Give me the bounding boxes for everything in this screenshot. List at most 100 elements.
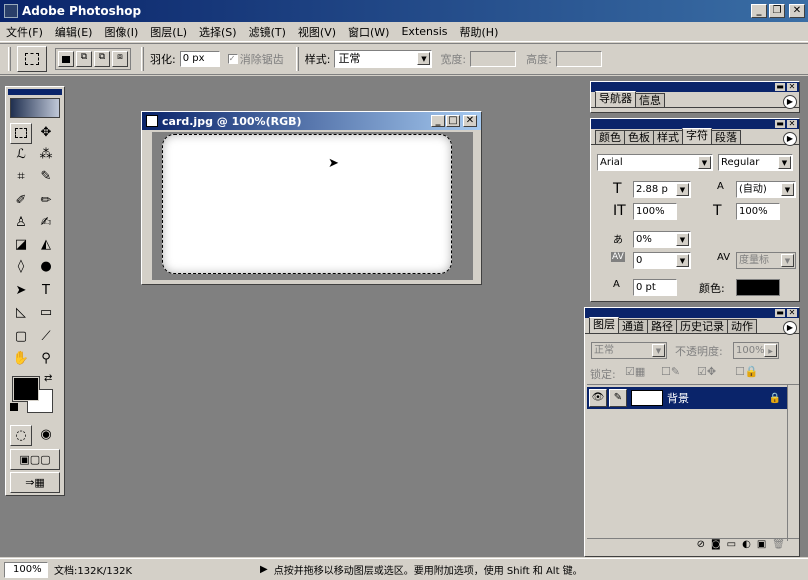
- add-mask-icon[interactable]: ◙: [711, 539, 721, 554]
- zoom-tool-icon[interactable]: ⚲: [35, 349, 57, 370]
- menu-extensis[interactable]: Extensis: [401, 25, 447, 38]
- layers-scrollbar[interactable]: [787, 385, 799, 541]
- panel-close-icon[interactable]: ✕: [787, 120, 797, 128]
- menu-window[interactable]: 窗口(W): [348, 24, 389, 40]
- pen-tool-icon[interactable]: ◺: [10, 303, 32, 324]
- crop-tool-icon[interactable]: ⌗: [10, 167, 32, 188]
- slice-tool-icon[interactable]: ✎: [35, 167, 57, 188]
- panel-menu-icon[interactable]: ▶: [783, 95, 797, 109]
- tsume-input[interactable]: 0% ▼: [633, 231, 691, 248]
- font-size-input[interactable]: 2.88 p ▼: [633, 181, 691, 198]
- subtract-selection-icon[interactable]: ⧉: [94, 51, 110, 67]
- brush-tool-icon[interactable]: ✏: [35, 191, 57, 212]
- panel-menu-icon[interactable]: ▶: [783, 321, 797, 335]
- tab-channels[interactable]: 通道: [618, 319, 648, 333]
- tab-actions[interactable]: 动作: [727, 319, 757, 333]
- vertical-scale-input[interactable]: 100%: [633, 203, 677, 220]
- menu-help[interactable]: 帮助(H): [460, 24, 499, 40]
- chevron-down-icon[interactable]: ▼: [417, 52, 431, 65]
- font-style-select[interactable]: Regular ▼: [718, 154, 793, 171]
- text-color-swatch[interactable]: [736, 279, 780, 296]
- chevron-down-icon[interactable]: ▼: [781, 183, 794, 196]
- chevron-down-icon[interactable]: ▼: [698, 156, 711, 169]
- trash-icon[interactable]: 🗑: [772, 539, 785, 554]
- menu-filter[interactable]: 滤镜(T): [249, 24, 286, 40]
- chevron-down-icon[interactable]: ▼: [676, 254, 689, 267]
- blur-tool-icon[interactable]: ◊: [10, 257, 32, 278]
- doc-minimize-button[interactable]: _: [431, 115, 445, 127]
- chevron-down-icon[interactable]: ▼: [676, 183, 689, 196]
- new-layer-icon[interactable]: ▣: [757, 539, 766, 554]
- marquee-tool-preset[interactable]: [17, 46, 47, 72]
- marquee-tool-icon[interactable]: [10, 123, 32, 144]
- panel-close-icon[interactable]: ✕: [787, 309, 797, 317]
- dodge-tool-icon[interactable]: ●: [35, 257, 57, 278]
- tab-history[interactable]: 历史记录: [676, 319, 728, 333]
- tab-paths[interactable]: 路径: [647, 319, 677, 333]
- default-colors-icon[interactable]: [10, 403, 18, 411]
- panel-minimize-icon[interactable]: ▬: [775, 83, 785, 91]
- add-selection-icon[interactable]: ⧉: [76, 51, 92, 67]
- doc-close-button[interactable]: ✕: [463, 115, 477, 127]
- menu-view[interactable]: 视图(V): [298, 24, 336, 40]
- quickmask-mode-icon[interactable]: ◉: [35, 425, 57, 446]
- panel-close-icon[interactable]: ✕: [787, 83, 797, 91]
- tab-character[interactable]: 字符: [682, 128, 712, 144]
- layer-style-icon[interactable]: ⊘: [697, 539, 705, 554]
- feather-input[interactable]: 0 px: [179, 51, 220, 67]
- adjustment-layer-icon[interactable]: ◐: [742, 539, 751, 554]
- menu-image[interactable]: 图像(I): [104, 24, 138, 40]
- move-tool-icon[interactable]: ✥: [35, 123, 57, 144]
- notes-tool-icon[interactable]: ▢: [10, 327, 32, 348]
- menu-file[interactable]: 文件(F): [6, 24, 43, 40]
- chevron-down-icon[interactable]: ▼: [676, 233, 689, 246]
- baseline-shift-input[interactable]: 0 pt: [633, 279, 677, 296]
- history-brush-icon[interactable]: ✍: [35, 213, 57, 234]
- type-tool-icon[interactable]: T: [35, 281, 57, 302]
- menu-layer[interactable]: 图层(L): [150, 24, 187, 40]
- restore-button[interactable]: ❐: [769, 4, 785, 18]
- tab-swatches[interactable]: 色板: [624, 130, 654, 144]
- toolbox-titlebar[interactable]: [8, 89, 62, 95]
- stamp-tool-icon[interactable]: ♙: [10, 213, 32, 234]
- jump-to-imageready-icon[interactable]: ⇒▦: [10, 472, 60, 493]
- tab-styles[interactable]: 样式: [653, 130, 683, 144]
- horizontal-scale-input[interactable]: 100%: [736, 203, 780, 220]
- layer-row[interactable]: 👁 ✎ 背景 🔒: [587, 387, 787, 409]
- path-select-icon[interactable]: ➤: [10, 281, 32, 302]
- foreground-color-front[interactable]: [13, 377, 39, 401]
- new-selection-icon[interactable]: [58, 51, 74, 67]
- new-set-icon[interactable]: ▭: [727, 539, 736, 554]
- tab-paragraph[interactable]: 段落: [711, 130, 741, 144]
- close-button[interactable]: ✕: [789, 4, 805, 18]
- healing-brush-icon[interactable]: ✐: [10, 191, 32, 212]
- zoom-input[interactable]: 100%: [4, 561, 48, 578]
- menu-edit[interactable]: 编辑(E): [55, 24, 93, 40]
- style-select[interactable]: 正常 ▼: [334, 50, 433, 68]
- panel-menu-icon[interactable]: ▶: [783, 132, 797, 146]
- options-grip[interactable]: [8, 47, 11, 71]
- screen-mode-icons[interactable]: ▣▢▢: [10, 449, 60, 470]
- intersect-selection-icon[interactable]: ⧈: [112, 51, 128, 67]
- shape-tool-icon[interactable]: ▭: [35, 303, 57, 324]
- magic-wand-icon[interactable]: ⁂: [35, 145, 57, 166]
- font-family-select[interactable]: Arial ▼: [597, 154, 713, 171]
- brush-link-icon[interactable]: ✎: [609, 389, 627, 407]
- tracking-input[interactable]: 0 ▼: [633, 252, 691, 269]
- tab-info[interactable]: 信息: [635, 93, 665, 107]
- panel-minimize-icon[interactable]: ▬: [775, 309, 785, 317]
- document-titlebar[interactable]: card.jpg @ 100%(RGB) _ □ ✕: [142, 112, 481, 130]
- chevron-down-icon[interactable]: ▼: [778, 156, 791, 169]
- minimize-button[interactable]: _: [751, 4, 767, 18]
- antialias-checkbox[interactable]: ✓: [227, 54, 238, 64]
- leading-input[interactable]: (自动) ▼: [736, 181, 796, 198]
- adobe-logo[interactable]: [10, 98, 60, 118]
- swap-colors-icon[interactable]: ⇄: [44, 373, 52, 384]
- tab-navigator[interactable]: 导航器: [595, 91, 636, 107]
- paint-bucket-icon[interactable]: ◭: [35, 235, 57, 256]
- standard-mode-icon[interactable]: ◌: [10, 425, 32, 446]
- hand-tool-icon[interactable]: ✋: [10, 349, 32, 370]
- panel-minimize-icon[interactable]: ▬: [775, 120, 785, 128]
- eye-icon[interactable]: 👁: [589, 389, 607, 407]
- tab-color[interactable]: 颜色: [595, 130, 625, 144]
